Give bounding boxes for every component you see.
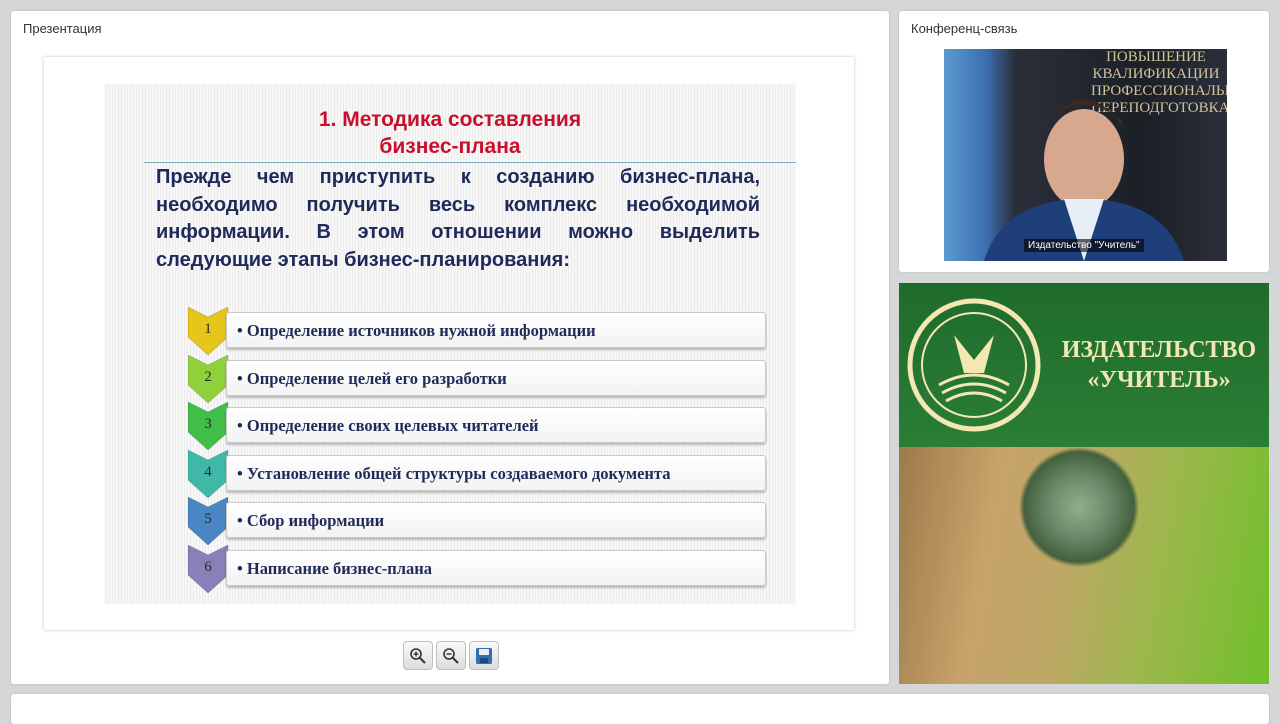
step-number: 4 <box>204 463 212 480</box>
presentation-panel: Презентация 1. Методика составления бизн… <box>11 11 889 684</box>
step-item: 3 • Определение своих целевых читателей <box>187 401 768 451</box>
step-label: Определение своих целевых читателей <box>246 416 539 436</box>
step-chevron-icon: 3 <box>187 401 230 451</box>
step-text: • Определение своих целевых читателей <box>237 416 539 436</box>
step-box: • Установление общей структуры создаваем… <box>226 454 766 491</box>
save-icon <box>476 648 492 664</box>
step-item: 6 • Написание бизнес-плана <box>187 544 768 594</box>
step-number: 2 <box>204 368 212 385</box>
zoom-out-icon <box>443 648 459 664</box>
bullet-icon: • <box>237 321 247 340</box>
publisher-logo-icon <box>907 298 1041 432</box>
bullet-icon: • <box>237 368 247 388</box>
step-text: • Определение источников нужной информац… <box>237 321 596 341</box>
step-box: • Написание бизнес-плана <box>226 550 766 586</box>
participant-name-label: Издательство "Учитель" <box>1024 239 1144 252</box>
step-number: 3 <box>204 416 212 433</box>
step-text: • Сбор информации <box>237 511 384 531</box>
step-number: 6 <box>204 559 212 575</box>
slide-title-line-1: 1. Методика составления <box>318 108 582 131</box>
zoom-in-icon <box>410 648 426 664</box>
save-button[interactable] <box>469 641 499 670</box>
bullet-icon: • <box>237 416 247 436</box>
slide-intro-text: Прежде чем приступить к созданию бизнес-… <box>156 166 760 271</box>
conference-panel-title: Конференц-связь <box>911 21 1018 36</box>
conference-panel: Конференц-связь ПОВЫШЕНИЕ КВАЛИФИКАЦИИ ПРО… <box>899 11 1269 272</box>
step-chevron-icon: 2 <box>187 353 230 404</box>
step-box: • Определение целей его разработки <box>226 359 766 396</box>
step-text: • Установление общей структуры создаваем… <box>237 464 671 484</box>
step-label: Написание бизнес-плана <box>246 559 433 578</box>
step-number: 5 <box>204 511 212 528</box>
publisher-panel: ИЗДАТЕЛЬСТВО «УЧИТЕЛЬ» <box>899 283 1269 684</box>
step-chevron-icon: 4 <box>187 448 230 499</box>
step-chevron-icon: 5 <box>187 496 230 547</box>
publisher-name-line-1: ИЗДАТЕЛЬСТВО <box>1061 337 1257 363</box>
publisher-name: ИЗДАТЕЛЬСТВО «УЧИТЕЛЬ» <box>1059 335 1259 395</box>
bullet-icon: • <box>237 463 247 483</box>
slide-title: 1. Методика составления бизнес-плана <box>104 106 796 160</box>
step-item: 4 • Установление общей структуры создавае… <box>187 448 768 499</box>
step-box: • Определение источников нужной информац… <box>226 312 766 348</box>
step-box: • Сбор информации <box>226 502 766 539</box>
step-label: Установление общей структуры создаваемог… <box>246 463 671 483</box>
step-text: • Написание бизнес-плана <box>237 559 432 579</box>
step-text: • Определение целей его разработки <box>237 369 507 389</box>
zoom-out-button[interactable] <box>436 641 466 670</box>
video-feed[interactable]: ПОВЫШЕНИЕКВАЛИФИКАЦИИПРОФЕССИОНАЛЬНАЯПЕР… <box>944 49 1227 261</box>
step-chevron-icon: 6 <box>187 544 230 594</box>
step-label: Определение целей его разработки <box>246 368 507 388</box>
slide: 1. Методика составления бизнес-плана Пре… <box>104 84 796 604</box>
step-label: Определение источников нужной информации <box>246 321 596 340</box>
slide-title-line-2: бизнес-плана <box>379 135 521 158</box>
bullet-icon: • <box>237 559 247 578</box>
step-item: 5 • Сбор информации <box>187 496 768 547</box>
publisher-banner: ИЗДАТЕЛЬСТВО «УЧИТЕЛЬ» <box>899 283 1269 447</box>
step-box: • Определение своих целевых читателей <box>226 407 766 444</box>
step-chevron-icon: 1 <box>187 306 230 356</box>
presentation-panel-title: Презентация <box>23 21 102 36</box>
step-item: 2 • Определение целей его разработки <box>187 353 768 404</box>
bullet-icon: • <box>237 511 247 531</box>
slide-viewer[interactable]: 1. Методика составления бизнес-плана Пре… <box>44 57 854 630</box>
zoom-in-button[interactable] <box>403 641 433 670</box>
title-divider <box>144 162 796 163</box>
step-number: 1 <box>204 321 212 337</box>
books-globe-photo <box>899 447 1269 684</box>
publisher-name-line-2: «УЧИТЕЛЬ» <box>1087 367 1231 393</box>
presenter-video-image <box>984 99 1184 261</box>
step-label: Сбор информации <box>246 511 385 531</box>
step-item: 1 • Определение источников нужной информа… <box>187 306 768 356</box>
